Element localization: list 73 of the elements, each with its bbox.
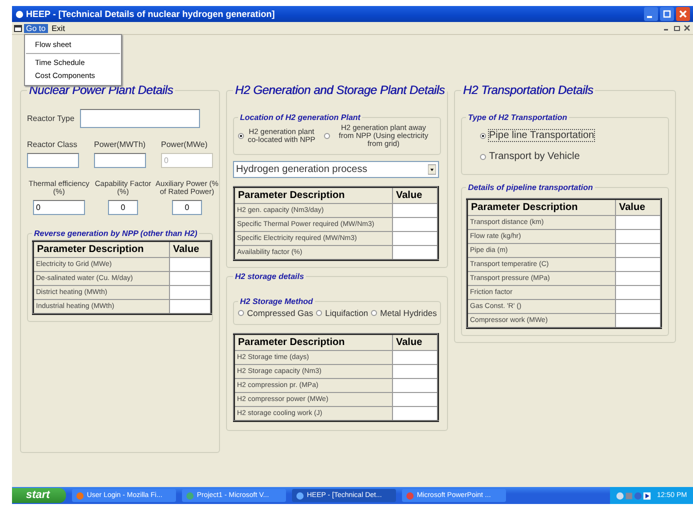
input-field[interactable]: 0 (172, 200, 202, 215)
value-cell[interactable] (616, 314, 661, 328)
radio-button[interactable] (324, 132, 330, 139)
value-cell[interactable] (170, 285, 211, 300)
group-title: Nuclear Power Plant Details (28, 83, 174, 97)
radio-button[interactable] (480, 154, 486, 160)
window-title: HEEP - [Technical Details of nuclear hydrogen generation] (26, 9, 275, 19)
value-cell[interactable] (170, 299, 211, 314)
restore-icon[interactable] (673, 24, 681, 32)
value-cell[interactable] (616, 258, 661, 272)
minimize-button[interactable] (644, 7, 658, 21)
window-icon (406, 492, 414, 500)
group-title: H2 storage details (234, 272, 305, 281)
radio-label: Transport by Vehicle (489, 151, 580, 162)
value-cell[interactable] (392, 364, 438, 378)
document-icon (14, 24, 22, 32)
group-title: Details of pipeline transportation (467, 183, 594, 192)
input-field[interactable] (27, 153, 79, 168)
reactor-type-field[interactable] (80, 109, 200, 128)
close-icon[interactable] (683, 24, 691, 32)
input-field[interactable] (94, 153, 146, 168)
input-field[interactable]: 0 (33, 200, 85, 215)
value-cell[interactable] (392, 378, 438, 392)
column-header: Parameter Description (467, 199, 616, 216)
process-dropdown[interactable]: Hydrogen generation process (233, 160, 439, 178)
value-cell[interactable] (170, 257, 211, 272)
value-cell[interactable] (392, 245, 438, 260)
window-icon (186, 492, 194, 500)
field-label: Power(MWe) (161, 140, 208, 149)
value-cell[interactable] (392, 392, 438, 406)
value-cell[interactable] (616, 300, 661, 314)
input-field[interactable]: 0 (108, 200, 138, 215)
radio-label: Pipe line Transportation (489, 130, 594, 141)
value-cell[interactable] (392, 350, 438, 364)
radio-label: Compressed Gas (247, 308, 314, 318)
dropdown-arrow-icon[interactable] (428, 164, 436, 175)
value-cell[interactable] (616, 230, 661, 244)
close-button[interactable] (676, 7, 690, 21)
tray-icon[interactable] (643, 492, 652, 500)
maximize-button[interactable] (660, 7, 674, 21)
value-cell[interactable] (392, 203, 438, 218)
value-cell[interactable] (616, 286, 661, 300)
value-cell[interactable] (392, 217, 438, 232)
radio-button[interactable] (480, 132, 486, 138)
value-cell[interactable] (616, 216, 661, 230)
value-cell[interactable] (392, 406, 438, 421)
radio-button[interactable] (238, 310, 244, 316)
window-icon (296, 492, 304, 500)
radio-label: Metal Hydrides (380, 308, 437, 318)
field-label: Power(MWTh) (94, 140, 146, 149)
menu-item[interactable]: Exit (50, 24, 67, 32)
group-title: H2 Storage Method (239, 296, 314, 306)
group-title: Type of H2 Transportation (467, 113, 568, 122)
menu-item[interactable]: Go to (24, 24, 48, 32)
radio-button[interactable] (371, 310, 378, 316)
value-cell[interactable] (392, 231, 438, 246)
value-cell[interactable] (616, 244, 661, 258)
column-header: Parameter Description (234, 334, 392, 350)
group-title: H2 Transportation Details (462, 83, 594, 97)
column-header: Parameter Description (234, 186, 392, 204)
radio-label: Liquifaction (325, 308, 368, 318)
column-header: Parameter Description (33, 240, 170, 258)
group-title: H2 Generation and Storage Plant Details (234, 83, 446, 97)
value-cell[interactable] (616, 272, 661, 286)
radio-button[interactable] (238, 132, 244, 139)
field-label: Reactor Type (27, 114, 74, 123)
window-icon (76, 492, 84, 500)
field-label: Reactor Class (27, 140, 78, 149)
radio-button[interactable] (316, 310, 322, 316)
value-cell[interactable] (170, 271, 211, 286)
group-title: Location of H2 generation Plant (239, 113, 362, 122)
group-title: Reverse generation by NPP (other than H2) (33, 228, 198, 238)
app-icon (15, 10, 24, 18)
